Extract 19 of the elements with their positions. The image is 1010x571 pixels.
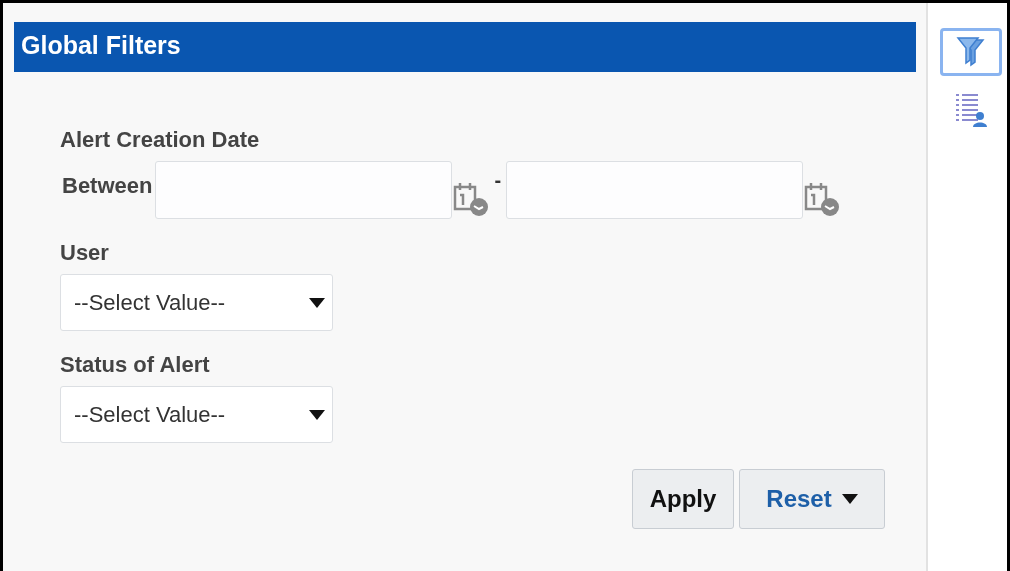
calendar-clock-icon[interactable] (803, 181, 842, 217)
reset-menu-button[interactable]: Reset (739, 469, 885, 529)
field-label: Status of Alert (60, 352, 211, 378)
field-label: Alert Creation Date (60, 127, 261, 153)
list-user-icon (953, 92, 988, 128)
apply-button[interactable]: Apply (632, 469, 734, 529)
field-label: Between (62, 173, 153, 199)
date-input-field[interactable] (506, 161, 804, 219)
select-dropdown[interactable]: --Select Value-- (60, 274, 333, 331)
date-input-field[interactable] (155, 161, 453, 219)
range-separator: - (494, 169, 502, 192)
caret-icon (309, 296, 325, 309)
field-label: User (60, 240, 110, 266)
caret-icon (841, 493, 858, 505)
caret-icon (309, 408, 325, 421)
select-dropdown[interactable]: --Select Value-- (60, 386, 333, 443)
filter-tool-button[interactable] (939, 28, 1002, 76)
calendar-clock-icon[interactable] (452, 181, 491, 217)
panel-header: Global Filters (14, 22, 916, 72)
